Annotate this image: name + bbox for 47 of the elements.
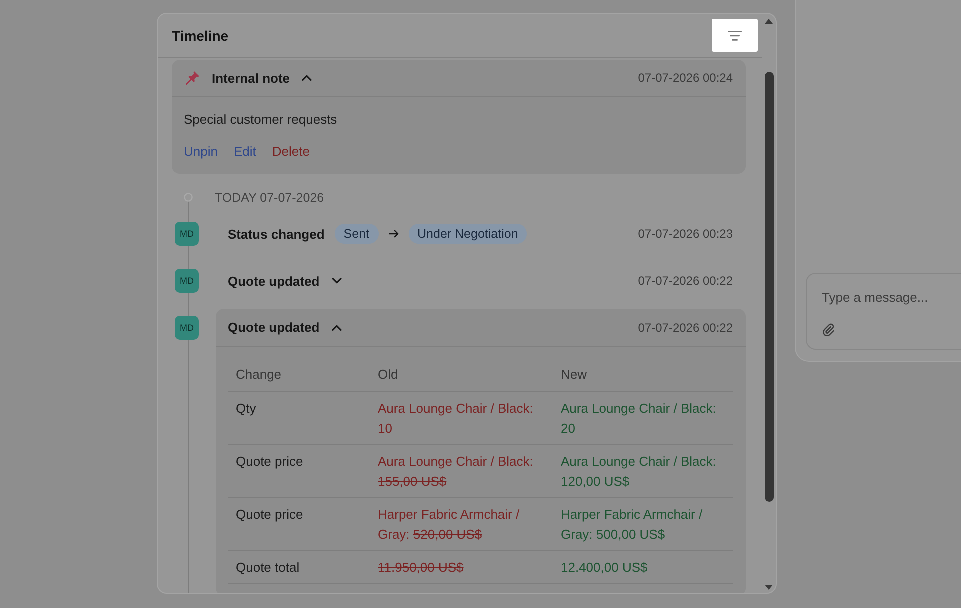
timestamp: 07-07-2026 00:22 bbox=[638, 320, 733, 334]
event-title: Status changed bbox=[228, 226, 325, 242]
event-title: Quote updated bbox=[228, 274, 320, 288]
timestamp: 07-07-2026 00:22 bbox=[638, 274, 733, 288]
table-cell: Harper Fabric Armchair / Gray: 520,00 US$ bbox=[370, 498, 553, 550]
status-tag: Sent bbox=[334, 224, 379, 244]
note-title: Internal note bbox=[212, 70, 290, 86]
timestamp: 07-07-2026 00:23 bbox=[638, 227, 733, 241]
timestamp: 07-07-2026 00:24 bbox=[638, 71, 733, 85]
note-text: Special customer requests bbox=[184, 111, 338, 129]
table-cell: Quote total bbox=[228, 550, 370, 584]
chevron-up-icon[interactable] bbox=[332, 324, 342, 330]
chevron-up-icon[interactable] bbox=[302, 75, 312, 81]
action-link[interactable]: Edit bbox=[234, 143, 256, 161]
table-cell: Quote price bbox=[228, 498, 370, 550]
table-cell: Qty bbox=[228, 392, 370, 444]
table-cell: Aura Lounge Chair / Black: 10 bbox=[370, 392, 553, 444]
status-tag: Under Negotiation bbox=[408, 224, 528, 244]
event-title: Quote updated bbox=[228, 320, 320, 335]
filter-button[interactable] bbox=[712, 19, 758, 52]
scrollbar-thumb[interactable] bbox=[764, 72, 774, 502]
table-cell: Aura Lounge Chair / Black: 20 bbox=[553, 392, 733, 444]
day-label: TODAY 07-07-2026 bbox=[215, 190, 324, 204]
column-header: Change bbox=[228, 359, 370, 392]
table-cell: Harper Fabric Armchair / Gray: 500,00 US$ bbox=[553, 498, 733, 550]
chevron-down-icon[interactable] bbox=[332, 278, 342, 284]
arrow-right-icon bbox=[388, 230, 399, 238]
timeline-node-icon bbox=[184, 193, 193, 202]
table-cell: Aura Lounge Chair / Black: 120,00 US$ bbox=[553, 444, 733, 498]
user-avatar: MD bbox=[175, 316, 199, 340]
user-avatar: MD bbox=[175, 269, 199, 293]
action-link[interactable]: Delete bbox=[272, 143, 310, 161]
user-avatar: MD bbox=[175, 222, 199, 246]
table-cell: Aura Lounge Chair / Black: 155,00 US$ bbox=[370, 444, 553, 498]
panel-title: Timeline bbox=[172, 28, 229, 44]
filter-icon bbox=[728, 30, 742, 40]
message-field[interactable]: Type a message... bbox=[822, 289, 952, 307]
column-header: New bbox=[553, 359, 733, 392]
table-cell: Quote price bbox=[228, 444, 370, 498]
table-cell: 11.950,00 US$ bbox=[370, 550, 553, 584]
table-cell: 12.400,00 US$ bbox=[553, 550, 733, 584]
action-link[interactable]: Unpin bbox=[184, 143, 218, 161]
column-header: Old bbox=[370, 359, 553, 392]
paperclip-icon[interactable] bbox=[822, 323, 835, 336]
scroll-down-icon[interactable] bbox=[765, 585, 773, 590]
scroll-up-icon[interactable] bbox=[765, 19, 773, 24]
pushpin-icon bbox=[186, 71, 200, 85]
